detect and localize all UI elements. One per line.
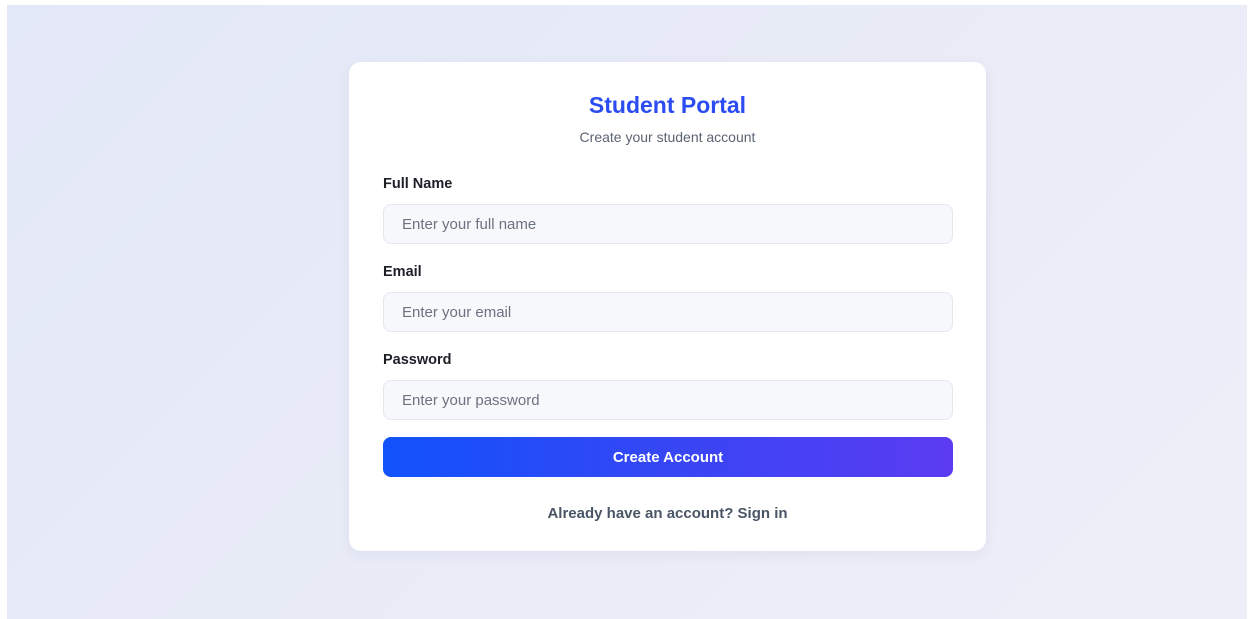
full-name-input[interactable] (383, 204, 953, 244)
page-subtitle: Create your student account (579, 129, 756, 145)
full-name-label: Full Name (383, 176, 453, 192)
email-label: Email (383, 264, 422, 280)
email-input[interactable] (383, 292, 953, 332)
password-label: Password (383, 352, 452, 368)
create-account-button[interactable]: Create Account (383, 437, 953, 477)
page-title: Student Portal (588, 92, 747, 118)
password-input[interactable] (383, 380, 953, 420)
sign-in-link[interactable]: Already have an account? Sign in (349, 505, 986, 522)
signup-card: Student Portal Create your student accou… (349, 62, 986, 551)
page-background: Student Portal Create your student accou… (7, 5, 1247, 619)
